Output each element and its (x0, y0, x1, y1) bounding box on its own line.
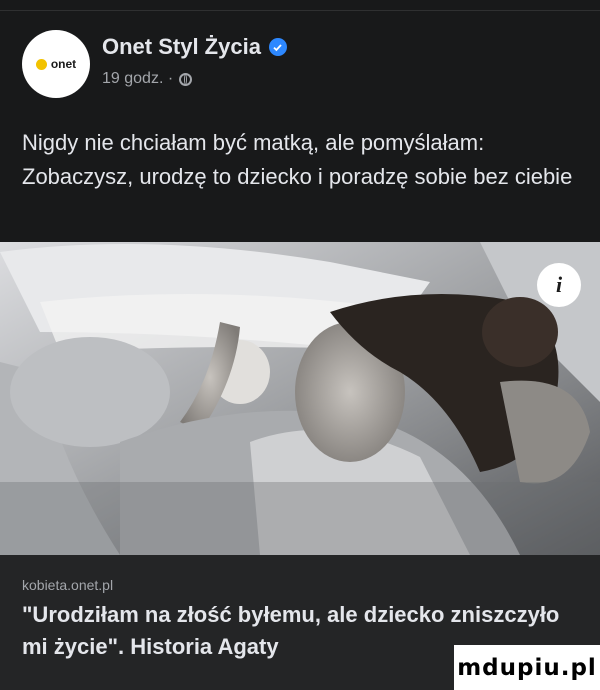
link-domain: kobieta.onet.pl (22, 577, 114, 593)
page-name[interactable]: Onet Styl Życia (102, 34, 261, 60)
post-text: Nigdy nie chciałam być matką, ale pomyśl… (22, 130, 573, 189)
info-icon[interactable]: i (537, 263, 581, 307)
page-avatar[interactable]: onet (22, 30, 90, 98)
onet-logo: onet (35, 57, 77, 71)
top-divider (0, 10, 600, 11)
logo-dot-icon (35, 58, 47, 70)
post-meta: 19 godz. · (102, 70, 193, 88)
page-name-row: Onet Styl Życia (102, 34, 287, 60)
globe-icon (179, 72, 193, 86)
photo-illustration (0, 242, 600, 555)
post-photo[interactable] (0, 242, 600, 555)
logo-text: onet (50, 57, 77, 71)
post-time[interactable]: 19 godz. · (102, 70, 173, 88)
watermark: mdupiu.pl (454, 645, 600, 690)
post-header: onet Onet Styl Życia 19 godz. · (22, 30, 582, 102)
verified-badge-icon (268, 38, 287, 56)
